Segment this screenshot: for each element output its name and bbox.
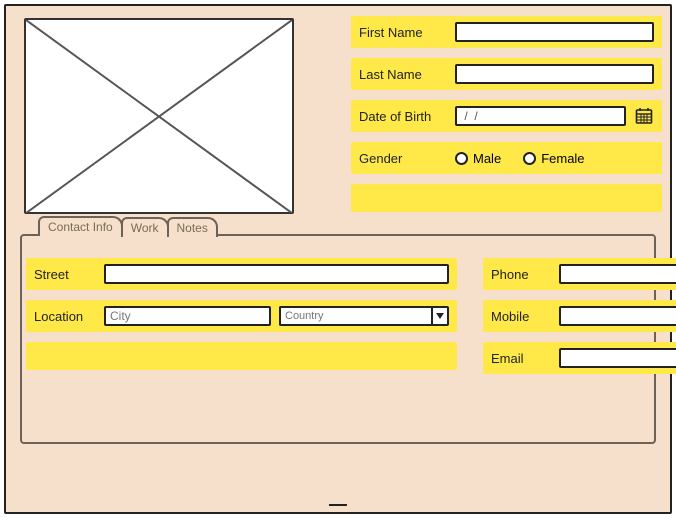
tab-work[interactable]: Work [121,217,169,237]
first-name-input[interactable] [455,22,654,42]
country-dropdown-button[interactable] [431,306,449,326]
phone-input[interactable] [559,264,676,284]
radio-icon [523,152,536,165]
row-phone: Phone [483,258,676,290]
radio-label: Male [473,151,501,166]
left-column: Contact Info Work Notes Street [14,14,325,504]
row-mobile: Mobile [483,300,676,332]
tab-bar: Contact Info Work Notes [38,216,656,236]
city-input[interactable] [104,306,271,326]
tab-label: Contact Info [48,220,113,234]
contact-editor-window: Contact Info Work Notes Street [4,4,672,514]
gender-label: Gender [359,151,447,166]
first-name-label: First Name [359,25,447,40]
location-label: Location [34,309,96,324]
profile-photo-placeholder[interactable] [24,18,294,214]
dob-input[interactable] [455,106,626,126]
row-last-name: Last Name [351,58,662,90]
tab-label: Notes [177,221,208,235]
row-first-name: First Name [351,16,662,48]
last-name-input[interactable] [455,64,654,84]
calendar-icon[interactable] [634,106,654,126]
row-street: Street [26,258,457,290]
last-name-label: Last Name [359,67,447,82]
row-email: Email [483,342,676,374]
row-location: Location [26,300,457,332]
gender-male-radio[interactable]: Male [455,151,501,166]
row-dob: Date of Birth [351,100,662,132]
column-divider-icon [329,504,347,506]
row-blank-right [351,184,662,212]
dob-label: Date of Birth [359,109,447,124]
radio-icon [455,152,468,165]
tab-label: Work [131,221,159,235]
mobile-input[interactable] [559,306,676,326]
tab-panel-contact: Street Location [20,234,656,444]
country-select[interactable] [279,306,449,326]
row-gender: Gender Male Female [351,142,662,174]
tab-contact-info[interactable]: Contact Info [38,216,123,236]
email-label: Email [491,351,551,366]
street-label: Street [34,267,96,282]
country-input[interactable] [279,306,431,326]
chevron-down-icon [436,313,444,319]
street-input[interactable] [104,264,449,284]
row-blank-left [26,342,457,370]
radio-label: Female [541,151,584,166]
gender-female-radio[interactable]: Female [523,151,584,166]
phone-label: Phone [491,267,551,282]
email-input[interactable] [559,348,676,368]
gender-radio-group: Male Female [455,151,654,166]
tab-notes[interactable]: Notes [167,217,218,237]
mobile-label: Mobile [491,309,551,324]
